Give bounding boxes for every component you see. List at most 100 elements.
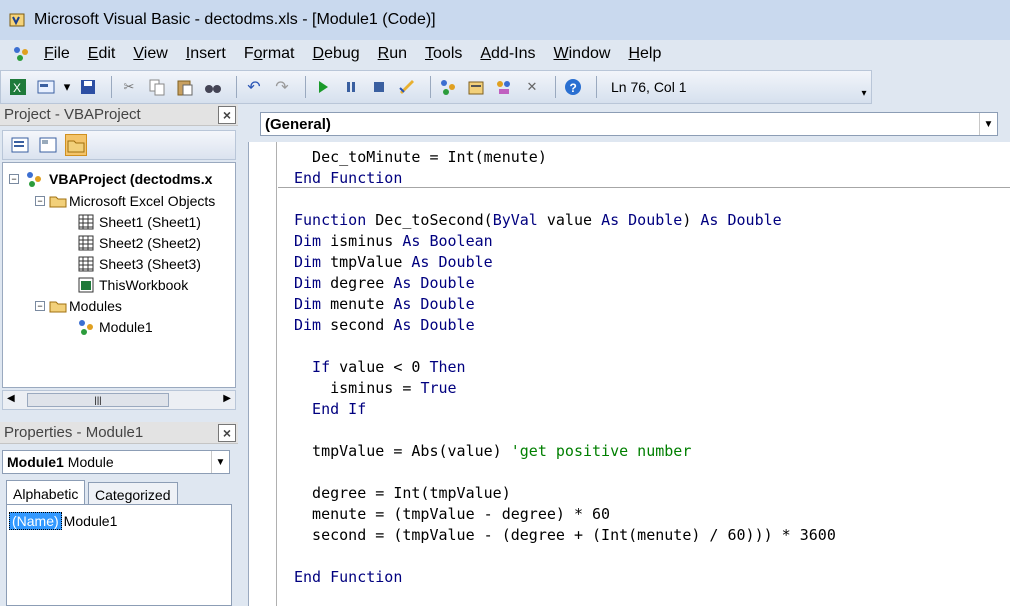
cut-icon[interactable]: ✂ <box>118 76 140 98</box>
folder-open-icon <box>49 190 67 212</box>
code-line[interactable]: Dim second As Double <box>294 315 475 336</box>
collapse-icon[interactable]: − <box>35 196 45 206</box>
menu-file[interactable]: File <box>44 45 70 63</box>
code-line[interactable]: Function Dec_toSecond(ByVal value As Dou… <box>294 210 782 231</box>
code-line[interactable]: Dim degree As Double <box>294 273 475 294</box>
code-keyword: Dim <box>294 316 322 334</box>
property-value[interactable]: Module1 <box>64 513 118 529</box>
menu-edit[interactable]: Edit <box>88 45 116 63</box>
dropdown-arrow-icon[interactable]: ▾ <box>63 76 71 98</box>
code-line[interactable]: Dim menute As Double <box>294 294 475 315</box>
code-keyword: As Double <box>393 274 475 292</box>
save-icon[interactable] <box>77 76 99 98</box>
reset-icon[interactable] <box>368 76 390 98</box>
help-icon[interactable]: ? <box>562 76 584 98</box>
redo-icon[interactable]: ↷ <box>271 76 293 98</box>
menu-items: File Edit View Insert Format Debug Run Tools Add… <box>44 45 679 63</box>
tree-node-thisworkbook[interactable]: ThisWorkbook <box>77 275 188 295</box>
toolbar-overflow-icon[interactable]: ▾ <box>858 88 870 102</box>
code-line[interactable]: End If <box>294 399 366 420</box>
code-line[interactable]: tmpValue = Abs(value) 'get positive numb… <box>294 441 691 462</box>
collapse-icon[interactable]: − <box>9 174 19 184</box>
tree-node-vbaproject[interactable]: − VBAProject (dectodms.x <box>9 169 212 189</box>
tree-node-sheet1[interactable]: Sheet1 (Sheet1) <box>77 212 201 232</box>
menu-tools[interactable]: Tools <box>425 45 462 63</box>
code-keyword: End Function <box>294 568 403 586</box>
menu-insert[interactable]: Insert <box>186 45 226 63</box>
code-keyword: Dim <box>294 253 322 271</box>
margin-indicator-bar[interactable] <box>249 142 277 606</box>
run-icon[interactable] <box>312 76 334 98</box>
find-icon[interactable] <box>202 76 224 98</box>
tree-node-sheet2[interactable]: Sheet2 (Sheet2) <box>77 233 201 253</box>
menu-add-ins[interactable]: Add-Ins <box>480 45 535 63</box>
menu-debug[interactable]: Debug <box>313 45 360 63</box>
chevron-down-icon[interactable]: ▼ <box>979 113 997 135</box>
code-line[interactable]: second = (tmpValue - (degree + (Int(menu… <box>294 525 836 546</box>
project-explorer-icon[interactable] <box>437 76 459 98</box>
menu-view[interactable]: View <box>133 45 167 63</box>
code-line[interactable]: Dim isminus As Boolean <box>294 231 493 252</box>
tree-node-excel-objects[interactable]: − Microsoft Excel Objects <box>35 191 215 211</box>
window-title: Microsoft Visual Basic - dectodms.xls - … <box>34 11 436 28</box>
cursor-position: Ln 76, Col 1 <box>611 79 687 95</box>
toggle-folders-icon[interactable] <box>65 134 87 156</box>
collapse-icon[interactable]: − <box>35 301 45 311</box>
code-line[interactable]: Dim tmpValue As Double <box>294 252 493 273</box>
worksheet-icon <box>77 232 95 254</box>
project-close-button[interactable]: × <box>218 106 236 124</box>
copy-icon[interactable] <box>146 76 168 98</box>
undo-icon[interactable]: ↶ <box>243 76 265 98</box>
toolbar-separator <box>555 76 556 98</box>
tree-node-module1[interactable]: Module1 <box>77 317 153 337</box>
object-selector[interactable]: Module1 Module ▼ <box>2 450 230 474</box>
code-line[interactable]: If value < 0 Then <box>294 357 466 378</box>
code-line[interactable]: Dec_toMinute = Int(menute) <box>294 147 547 168</box>
menu-format[interactable]: Format <box>244 45 295 63</box>
menu-run[interactable]: Run <box>378 45 407 63</box>
code-text: tmpValue <box>321 253 412 271</box>
code-line[interactable]: isminus = True <box>294 378 456 399</box>
tree-label-thisworkbook: ThisWorkbook <box>99 277 189 293</box>
object-combo[interactable]: (General) ▼ <box>260 112 998 136</box>
code-text: Dec_toMinute = Int(menute) <box>294 148 547 166</box>
properties-grid: (Name) Module1 <box>6 504 232 606</box>
project-panel-label: Project - VBAProject <box>4 106 141 123</box>
paste-icon[interactable] <box>174 76 196 98</box>
design-mode-icon[interactable] <box>396 76 418 98</box>
insert-userform-icon[interactable] <box>35 76 57 98</box>
menu-help[interactable]: Help <box>628 45 661 63</box>
break-icon[interactable] <box>340 76 362 98</box>
tree-node-sheet3[interactable]: Sheet3 (Sheet3) <box>77 254 201 274</box>
code-text: Dec_toSecond( <box>375 211 493 229</box>
properties-close-button[interactable]: × <box>218 424 236 442</box>
code-line[interactable]: End Function <box>294 168 402 189</box>
chevron-down-icon[interactable]: ▼ <box>211 451 229 473</box>
tree-node-modules[interactable]: − Modules <box>35 296 122 316</box>
code-line[interactable]: End Function <box>294 567 402 588</box>
tab-categorized[interactable]: Categorized <box>88 482 178 506</box>
menu-bar: File Edit View Insert Format Debug Run Tools Add… <box>0 40 1010 68</box>
properties-window-icon[interactable] <box>465 76 487 98</box>
scroll-right-icon[interactable]: ▶ <box>223 393 231 404</box>
object-name: Module1 <box>7 454 64 470</box>
workbook-icon <box>77 274 95 296</box>
excel-view-icon[interactable]: X <box>7 76 29 98</box>
code-line[interactable]: degree = Int(tmpValue) <box>294 483 511 504</box>
scroll-left-icon[interactable]: ◀ <box>7 393 15 404</box>
code-keyword: As Boolean <box>402 232 493 250</box>
object-browser-icon[interactable] <box>493 76 515 98</box>
view-object-icon[interactable] <box>37 134 59 156</box>
vba-menu-icon[interactable] <box>10 43 32 65</box>
tree-label-sheet3: Sheet3 (Sheet3) <box>99 256 201 272</box>
toolbox-icon[interactable]: ✕ <box>521 76 543 98</box>
project-hscrollbar[interactable]: ◀ ||| ▶ <box>2 390 236 410</box>
tab-alphabetic[interactable]: Alphabetic <box>6 480 86 506</box>
menu-window[interactable]: Window <box>554 45 611 63</box>
code-line[interactable]: menute = (tmpValue - degree) * 60 <box>294 504 610 525</box>
code-editor[interactable]: Dec_toMinute = Int(menute) End Function Fu… <box>248 142 1010 606</box>
property-row-name[interactable]: (Name) Module1 <box>9 511 117 531</box>
view-code-icon[interactable] <box>9 134 31 156</box>
scroll-thumb[interactable]: ||| <box>27 393 169 407</box>
code-keyword: Dim <box>294 232 322 250</box>
